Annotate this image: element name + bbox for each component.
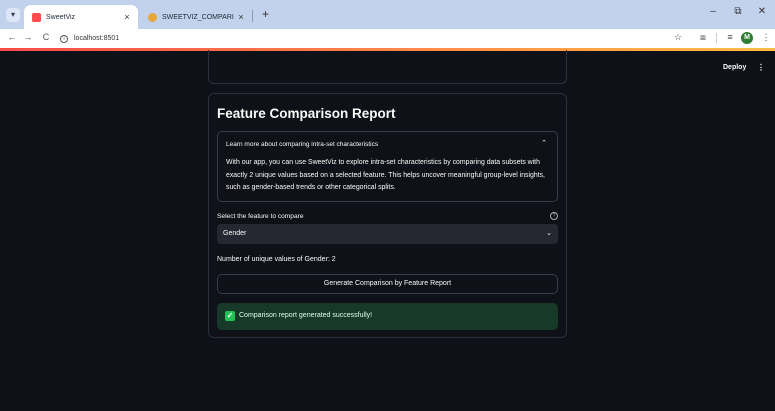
sweetviz-favicon <box>148 12 157 22</box>
tab-title: SWEETVIZ_COMPARISON.html <box>162 13 234 21</box>
close-window-button[interactable]: ✕ <box>753 6 771 17</box>
back-icon[interactable]: ← <box>6 32 18 42</box>
check-icon: ✓ <box>225 311 235 321</box>
tab-divider <box>252 10 253 22</box>
new-tab-button[interactable]: + <box>262 7 269 21</box>
site-info-icon[interactable]: i <box>60 34 68 43</box>
profile-avatar[interactable]: M <box>741 32 753 44</box>
feature-comparison-card: Feature Comparison Report Learn more abo… <box>208 93 567 338</box>
success-message: Comparison report generated successfully… <box>239 312 373 319</box>
chevron-down-icon[interactable]: ⌄ <box>546 229 552 237</box>
chrome-menu-kebab-icon[interactable]: ⋮ <box>760 32 772 43</box>
tab-comparison-html[interactable]: SWEETVIZ_COMPARISON.html × <box>140 5 252 29</box>
reload-icon[interactable]: C <box>40 32 52 42</box>
browser-toolbar: ← → C i localhost:8501 ☆ ⧈ ≡ M ⋮ <box>0 29 775 48</box>
address-bar[interactable]: i localhost:8501 <box>60 31 660 46</box>
bookmark-star-icon[interactable]: ☆ <box>672 32 684 43</box>
help-icon[interactable]: ? <box>550 212 558 220</box>
extensions-icon[interactable]: ⧈ <box>697 32 709 43</box>
unique-count-text: Number of unique values of Gender: 2 <box>217 256 336 263</box>
previous-section-container <box>208 50 567 84</box>
info-expander[interactable]: Learn more about comparing intra-set cha… <box>217 131 558 202</box>
sidepanel-icon[interactable]: ≡ <box>724 32 736 42</box>
generate-comparison-button[interactable]: Generate Comparison by Feature Report <box>217 274 558 294</box>
streamlit-favicon <box>32 12 41 22</box>
deploy-button[interactable]: Deploy <box>723 64 746 71</box>
forward-icon[interactable]: → <box>22 32 34 42</box>
expander-body: With our app, you can use SweetViz to ex… <box>226 159 545 191</box>
select-value: Gender <box>223 230 247 237</box>
tab-close-icon[interactable]: × <box>234 12 248 22</box>
app-menu-icon[interactable]: ⋮ <box>757 63 765 72</box>
browser-tabstrip: ▾ SweetViz × SWEETVIZ_COMPARISON.html × … <box>0 0 775 29</box>
restore-button[interactable]: ⧉ <box>729 6 747 17</box>
tab-close-icon[interactable]: × <box>120 12 134 22</box>
feature-select[interactable]: Gender ⌄ <box>217 224 558 244</box>
success-alert: ✓ Comparison report generated successful… <box>217 303 558 330</box>
tab-title: SweetViz <box>46 13 76 21</box>
minimize-button[interactable]: – <box>704 6 722 17</box>
chevron-up-icon[interactable]: ⌃ <box>541 139 547 147</box>
expander-header[interactable]: Learn more about comparing intra-set cha… <box>226 141 378 148</box>
tab-sweetviz[interactable]: SweetViz × <box>24 5 138 29</box>
tab-search-icon[interactable]: ▾ <box>6 8 20 22</box>
select-label: Select the feature to compare <box>217 213 304 220</box>
url-text: localhost:8501 <box>74 35 120 42</box>
page-title: Feature Comparison Report <box>217 106 396 121</box>
toolbar-divider <box>716 33 717 43</box>
